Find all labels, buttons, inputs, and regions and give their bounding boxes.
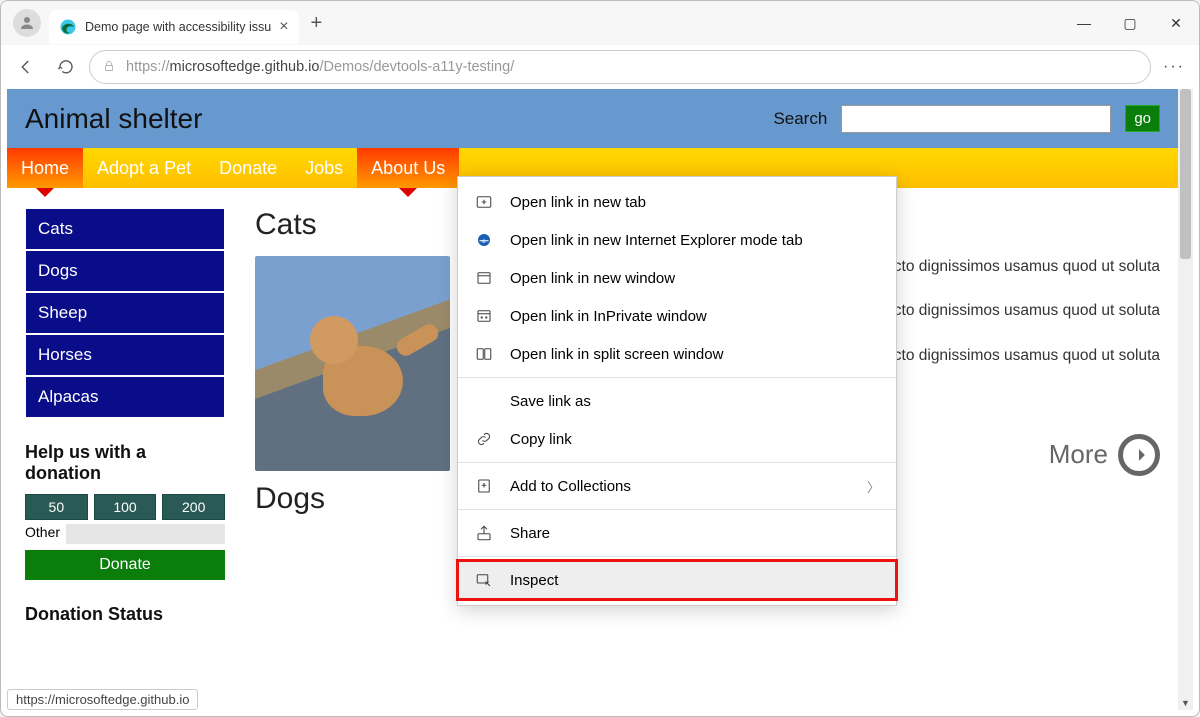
context-menu-save-link-as[interactable]: Save link as: [458, 382, 896, 420]
context-menu-open-link-in-new-tab[interactable]: Open link in new tab: [458, 183, 896, 221]
donation-status-heading: Donation Status: [25, 604, 225, 625]
context-menu-label: Open link in split screen window: [510, 346, 723, 363]
edge-favicon-icon: [59, 18, 77, 36]
maximize-button[interactable]: ▢: [1107, 1, 1153, 45]
context-menu-separator: [458, 509, 896, 510]
sidebar-item-dogs[interactable]: Dogs: [25, 250, 225, 292]
context-menu-open-link-in-split-screen-window[interactable]: Open link in split screen window: [458, 335, 896, 373]
url-scheme: https://: [126, 59, 170, 75]
inprivate-icon: [474, 306, 494, 326]
sidebar: CatsDogsSheepHorsesAlpacas Help us with …: [25, 208, 225, 635]
context-menu-copy-link[interactable]: Copy link: [458, 420, 896, 458]
context-menu-label: Add to Collections: [510, 478, 631, 495]
context-menu-inspect[interactable]: Inspect: [458, 561, 896, 599]
new-tab-icon: [474, 192, 494, 212]
chevron-right-icon: 〉: [867, 477, 880, 496]
context-menu-label: Save link as: [510, 393, 591, 410]
url-text: https://microsoftedge.github.io/Demos/de…: [126, 59, 514, 75]
site-title: Animal shelter: [25, 103, 202, 135]
browser-tab[interactable]: Demo page with accessibility issu ×: [49, 10, 299, 44]
sidebar-item-sheep[interactable]: Sheep: [25, 292, 225, 334]
nav-item-home[interactable]: Home: [7, 148, 83, 188]
context-menu-open-link-in-inprivate-window[interactable]: Open link in InPrivate window: [458, 297, 896, 335]
other-amount-input[interactable]: [66, 524, 225, 544]
context-menu-separator: [458, 377, 896, 378]
titlebar: Demo page with accessibility issu × + — …: [1, 1, 1199, 45]
vertical-scrollbar[interactable]: ▼: [1178, 89, 1193, 710]
new-tab-button[interactable]: +: [311, 12, 323, 35]
context-menu-label: Open link in new Internet Explorer mode …: [510, 232, 803, 249]
context-menu-label: Copy link: [510, 431, 572, 448]
context-menu: Open link in new tab e Open link in new In…: [457, 176, 897, 606]
blank-icon: [474, 391, 494, 411]
url-path: /Demos/devtools-a11y-testing/: [319, 59, 514, 75]
nav-item-donate[interactable]: Donate: [205, 148, 291, 188]
tab-title: Demo page with accessibility issu: [85, 20, 271, 34]
more-menu-button[interactable]: ···: [1157, 50, 1191, 84]
sidebar-item-horses[interactable]: Horses: [25, 334, 225, 376]
collections-icon: [474, 476, 494, 496]
new-window-icon: [474, 268, 494, 288]
context-menu-share[interactable]: Share: [458, 514, 896, 552]
context-menu-label: Open link in new window: [510, 270, 675, 287]
refresh-button[interactable]: [49, 50, 83, 84]
ie-icon: e: [474, 230, 494, 250]
context-menu-label: Open link in InPrivate window: [510, 308, 707, 325]
context-menu-label: Share: [510, 525, 550, 542]
back-button[interactable]: [9, 50, 43, 84]
close-window-button[interactable]: ✕: [1153, 1, 1199, 45]
window-controls: — ▢ ✕: [1061, 1, 1199, 45]
arrow-right-circle-icon: [1118, 434, 1160, 476]
browser-toolbar: https://microsoftedge.github.io/Demos/de…: [1, 45, 1199, 89]
url-host: microsoftedge.github.io: [170, 59, 320, 75]
profile-icon[interactable]: [13, 9, 41, 37]
svg-text:e: e: [482, 238, 486, 245]
context-menu-open-link-in-new-window[interactable]: Open link in new window: [458, 259, 896, 297]
donate-button[interactable]: Donate: [25, 550, 225, 580]
share-icon: [474, 523, 494, 543]
inspect-icon: [474, 570, 494, 590]
link-icon: [474, 429, 494, 449]
other-label: Other: [25, 524, 66, 544]
close-tab-icon[interactable]: ×: [279, 18, 288, 36]
context-menu-open-link-in-new-internet-explorer-mode-tab[interactable]: e Open link in new Internet Explorer mode…: [458, 221, 896, 259]
cat-image: [255, 256, 450, 471]
minimize-button[interactable]: —: [1061, 1, 1107, 45]
search-label: Search: [773, 109, 827, 129]
browser-window: Demo page with accessibility issu × + — …: [0, 0, 1200, 717]
other-amount-row: Other: [25, 524, 225, 544]
sidebar-item-cats[interactable]: Cats: [25, 208, 225, 250]
more-label: More: [1049, 436, 1108, 474]
lock-icon: [102, 59, 116, 76]
address-bar[interactable]: https://microsoftedge.github.io/Demos/de…: [89, 50, 1151, 84]
nav-item-adopt-a-pet[interactable]: Adopt a Pet: [83, 148, 205, 188]
donation-amount-50[interactable]: 50: [25, 494, 88, 520]
context-menu-label: Open link in new tab: [510, 194, 646, 211]
donation-amount-row: 50100200: [25, 494, 225, 520]
context-menu-separator: [458, 462, 896, 463]
scroll-down-icon[interactable]: ▼: [1178, 695, 1193, 710]
search-input[interactable]: [841, 105, 1111, 133]
split-icon: [474, 344, 494, 364]
context-menu-add-to-collections[interactable]: Add to Collections 〉: [458, 467, 896, 505]
status-bar: https://microsoftedge.github.io: [7, 689, 198, 710]
sidebar-item-alpacas[interactable]: Alpacas: [25, 376, 225, 418]
context-menu-label: Inspect: [510, 572, 558, 589]
nav-item-jobs[interactable]: Jobs: [291, 148, 357, 188]
scrollbar-thumb[interactable]: [1180, 89, 1191, 259]
donation-amount-100[interactable]: 100: [94, 494, 157, 520]
context-menu-separator: [458, 556, 896, 557]
donation-amount-200[interactable]: 200: [162, 494, 225, 520]
go-button[interactable]: go: [1125, 105, 1160, 132]
donation-heading: Help us with a donation: [25, 442, 225, 484]
nav-item-about-us[interactable]: About Us: [357, 148, 459, 188]
search-area: Search go: [773, 105, 1160, 133]
site-header: Animal shelter Search go: [7, 89, 1178, 148]
